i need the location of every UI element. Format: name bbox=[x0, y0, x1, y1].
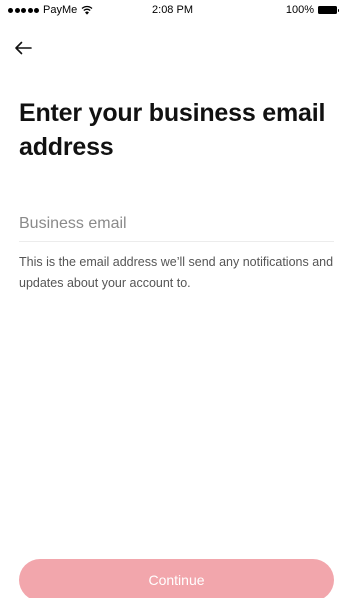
status-right: 100% bbox=[285, 4, 339, 16]
battery-percentage: 100% bbox=[285, 4, 314, 16]
arrow-left-icon bbox=[15, 41, 32, 55]
page-title: Enter your business email address bbox=[19, 99, 326, 161]
helper-text: This is the email address we’ll send any… bbox=[19, 255, 334, 290]
back-button[interactable] bbox=[14, 38, 36, 58]
business-email-field[interactable] bbox=[19, 212, 334, 242]
status-bar: PayMe 2:08 PM 100% bbox=[0, 0, 345, 20]
battery-icon bbox=[318, 6, 339, 14]
screen: PayMe 2:08 PM 100% Enter your business e… bbox=[0, 0, 345, 598]
continue-button[interactable]: Continue bbox=[19, 559, 334, 598]
